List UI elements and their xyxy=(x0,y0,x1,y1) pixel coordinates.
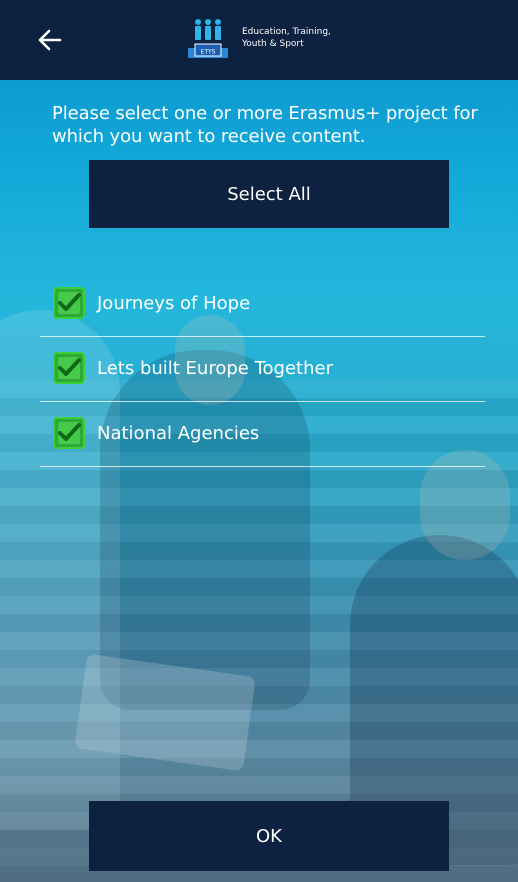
logo-line-1: Education, Training, xyxy=(242,27,331,37)
project-label: Lets built Europe Together xyxy=(97,358,333,379)
logo-badge-text: ETYS xyxy=(201,49,216,56)
checkbox-checked-icon[interactable] xyxy=(52,416,86,450)
logo-caption: Education, Training, Youth & Sport xyxy=(242,26,382,50)
arrow-left-icon xyxy=(38,29,62,51)
back-button[interactable] xyxy=(34,24,66,56)
project-label: Journeys of Hope xyxy=(97,293,251,314)
logo-line-2: Youth & Sport xyxy=(242,39,304,49)
top-app-bar: ETYS Education, Training, Youth & Sport xyxy=(0,0,518,80)
screen: ETYS Education, Training, Youth & Sport … xyxy=(0,0,518,882)
checkbox-checked-icon[interactable] xyxy=(52,286,86,320)
ok-button[interactable]: OK xyxy=(89,801,449,871)
project-label: National Agencies xyxy=(97,423,260,444)
instruction-text: Please select one or more Erasmus+ proje… xyxy=(52,103,478,147)
app-logo: ETYS Education, Training, Youth & Sport xyxy=(186,16,382,60)
project-item-lets-built-europe-together[interactable]: Lets built Europe Together xyxy=(40,337,485,402)
etys-logo-icon: ETYS xyxy=(188,19,228,58)
project-item-national-agencies[interactable]: National Agencies xyxy=(40,402,485,467)
checkbox-checked-icon[interactable] xyxy=(52,351,86,385)
select-all-button[interactable]: Select All xyxy=(89,160,449,228)
project-list: Journeys of Hope Lets built Europe Toget… xyxy=(40,272,485,467)
project-item-journeys-of-hope[interactable]: Journeys of Hope xyxy=(40,272,485,337)
